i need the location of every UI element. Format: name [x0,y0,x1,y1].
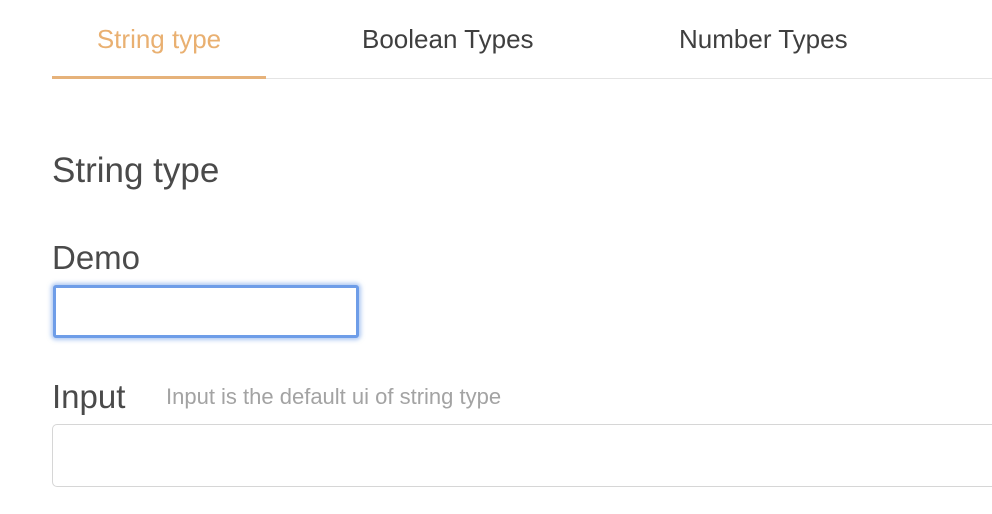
section-title: String type [52,151,220,190]
tab-bar: String type Boolean Types Number Types [52,0,992,79]
tab-number-types[interactable]: Number Types [679,0,848,79]
page: String type Boolean Types Number Types S… [0,0,992,514]
input-label: Input [52,378,126,415]
input-hint: Input is the default ui of string type [166,384,502,409]
tab-string-type[interactable]: String type [52,0,266,79]
demo-input[interactable] [53,285,359,338]
demo-label: Demo [52,239,141,276]
string-input[interactable] [52,424,992,487]
tab-boolean-types[interactable]: Boolean Types [362,0,534,79]
